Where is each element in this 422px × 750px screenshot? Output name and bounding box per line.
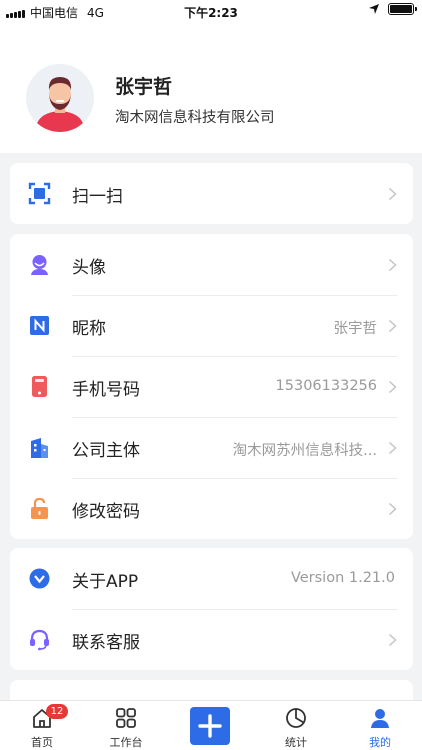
building-icon: [31, 438, 48, 458]
next-card-peek: [10, 680, 413, 700]
profile-name: 张宇哲: [115, 76, 173, 98]
chevron-right-icon: [388, 319, 397, 333]
chevron-right-icon: [388, 633, 397, 647]
company-row[interactable]: 公司主体 淘木网苏州信息科技...: [10, 417, 413, 478]
phone-label: 手机号码: [72, 380, 140, 400]
nickname-value: 张宇哲: [333, 321, 378, 337]
chevron-right-icon: [388, 502, 397, 516]
app-version: Version 1.21.0: [290, 570, 395, 586]
scan-row[interactable]: 扫一扫: [10, 163, 413, 224]
nickname-n-icon: [30, 316, 49, 335]
scan-card: 扫一扫: [10, 163, 413, 224]
grid-icon: [116, 708, 136, 728]
avatar[interactable]: [26, 64, 94, 132]
avatar-label: 头像: [72, 258, 106, 278]
chevron-right-icon: [388, 258, 397, 272]
user-avatar-icon: [31, 255, 48, 275]
password-row[interactable]: 修改密码: [10, 478, 413, 539]
chevron-right-icon: [388, 187, 397, 201]
nickname-label: 昵称: [72, 319, 106, 339]
about-app-row[interactable]: 关于APP Version 1.21.0: [10, 548, 413, 609]
status-bar: 中国电信 4G 下午2:23: [0, 0, 422, 22]
account-settings-card: 头像 昵称 张宇哲 手机号码 15306133256 公司主体 淘木网苏州信息科…: [10, 234, 413, 539]
plus-icon: [198, 714, 222, 738]
support-label: 联系客服: [72, 633, 140, 653]
chevron-right-icon: [388, 380, 397, 394]
support-row[interactable]: 联系客服: [10, 609, 413, 670]
scan-label: 扫一扫: [72, 187, 123, 207]
clock: 下午2:23: [184, 6, 238, 20]
nickname-row[interactable]: 昵称 张宇哲: [10, 295, 413, 356]
headset-icon: [30, 629, 49, 651]
tab-mine-label: 我的: [369, 736, 391, 749]
tab-home-label: 首页: [31, 736, 53, 749]
phone-value: 15306133256: [275, 378, 377, 394]
home-badge: 12: [46, 704, 68, 719]
tab-stats[interactable]: 统计: [254, 701, 338, 750]
bearded-man-avatar-icon: [26, 64, 94, 132]
tab-stats-label: 统计: [285, 736, 307, 749]
version-check-icon: [29, 568, 50, 589]
scan-icon: [28, 182, 51, 205]
add-button[interactable]: [190, 707, 230, 745]
password-label: 修改密码: [72, 502, 140, 522]
tab-mine[interactable]: 我的: [338, 701, 422, 750]
avatar-row[interactable]: 头像: [10, 234, 413, 295]
tab-workbench-label: 工作台: [109, 736, 143, 749]
company-label: 公司主体: [72, 441, 140, 461]
chevron-right-icon: [388, 441, 397, 455]
person-icon: [371, 709, 389, 728]
location-arrow-icon: [369, 4, 379, 14]
company-value: 淘木网苏州信息科技...: [232, 443, 377, 459]
phone-row[interactable]: 手机号码 15306133256: [10, 356, 413, 417]
tab-workbench[interactable]: 工作台: [84, 701, 168, 750]
lock-icon: [31, 497, 48, 519]
phone-icon: [32, 376, 47, 397]
about-card: 关于APP Version 1.21.0 联系客服: [10, 548, 413, 670]
profile-header[interactable]: 张宇哲 淘木网信息科技有限公司: [0, 22, 422, 153]
profile-company: 淘木网信息科技有限公司: [115, 110, 275, 126]
tab-home[interactable]: 12 首页: [0, 701, 84, 750]
battery-icon: [388, 3, 417, 15]
about-app-label: 关于APP: [72, 572, 139, 592]
pie-chart-icon: [286, 708, 306, 728]
bottom-tab-bar: 12 首页 工作台 统计 我的: [0, 700, 422, 750]
